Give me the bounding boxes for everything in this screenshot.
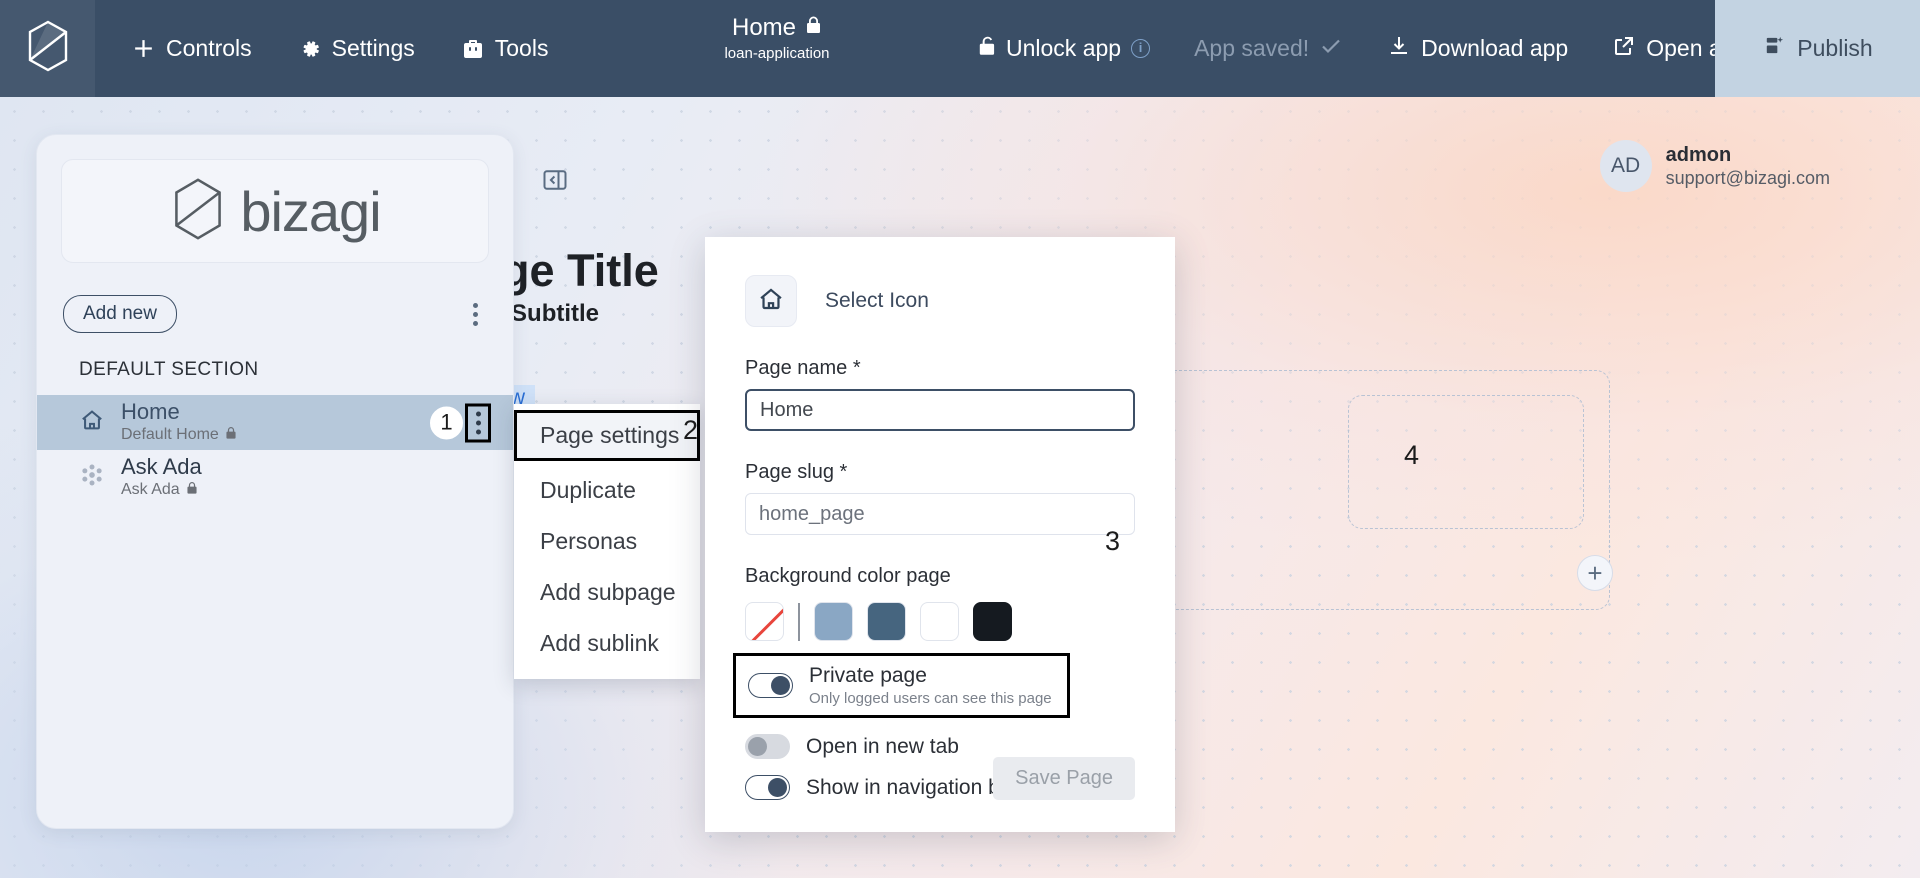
pages-panel: bizagi Add new DEFAULT SECTION Home Defa…: [36, 134, 514, 829]
panel-kebab-menu-icon[interactable]: [464, 297, 487, 332]
check-icon: [1319, 34, 1343, 64]
add-new-button[interactable]: Add new: [63, 295, 177, 333]
add-widget-button[interactable]: +: [1577, 555, 1613, 591]
callout-badge-2: 2: [683, 415, 699, 445]
app-saved-status: App saved!: [1172, 34, 1365, 64]
top-toolbar: Controls Settings Tools Home loan-applic…: [0, 0, 1920, 97]
page-settings-modal: Select Icon Page name * Page slug * Back…: [705, 237, 1175, 832]
plus-icon: [131, 36, 156, 61]
unlock-app-label: Unlock app: [1006, 35, 1122, 61]
private-page-toggle[interactable]: [748, 673, 793, 698]
page-slug-label: Page slug *: [745, 461, 848, 483]
current-page-name: Home: [731, 14, 797, 41]
download-app-label: Download app: [1421, 35, 1569, 61]
select-icon-label[interactable]: Select Icon: [825, 289, 929, 313]
private-page-hint: Only logged users can see this page: [809, 690, 1052, 707]
callout-badge-1: 1: [430, 406, 463, 439]
context-menu-item-page-settings[interactable]: Page settings: [514, 410, 700, 461]
current-page-identity[interactable]: Home loan-application: [677, 14, 877, 62]
info-icon[interactable]: i: [1131, 39, 1151, 58]
open-in-new-tab-toggle[interactable]: [745, 734, 790, 759]
ada-asterisk-icon: [79, 462, 105, 493]
user-account[interactable]: AD admon support@bizagi.com: [1599, 140, 1830, 192]
unlock-app-button[interactable]: Unlock app i: [955, 35, 1172, 63]
page-row-kebab-menu-icon[interactable]: [465, 403, 491, 442]
page-item-title: Home: [121, 399, 180, 425]
page-item-subtitle: Ask Ada: [121, 481, 202, 500]
user-email: support@bizagi.com: [1665, 167, 1830, 188]
app-saved-label: App saved!: [1194, 35, 1310, 61]
context-menu-item-add-subpage[interactable]: Add subpage: [514, 567, 700, 618]
page-item-actions: 1: [430, 403, 491, 442]
primary-nav: Controls Settings Tools: [95, 27, 566, 70]
avatar: AD: [1599, 140, 1652, 192]
page-icon-button[interactable]: [745, 275, 797, 327]
page-item-subtitle: Default Home: [121, 426, 237, 445]
publish-label: Publish: [1797, 35, 1873, 61]
section-label: DEFAULT SECTION: [79, 359, 259, 380]
private-page-label: Private page: [809, 664, 927, 687]
callout-badge-3: 3: [1105, 526, 1121, 556]
download-app-button[interactable]: Download app: [1365, 34, 1590, 64]
user-name: admon: [1665, 143, 1732, 166]
callout-badge-4: 4: [1404, 440, 1420, 470]
bizagi-cube-icon: [26, 20, 70, 77]
background-color-swatches: [745, 602, 1135, 641]
swatch-steel-blue[interactable]: [867, 602, 906, 641]
context-menu-item-add-sublink[interactable]: Add sublink: [514, 618, 700, 669]
icon-picker-row: Select Icon: [745, 275, 1135, 327]
swatch-divider: [798, 602, 800, 641]
toolbox-icon: [461, 37, 485, 61]
context-menu-item-duplicate[interactable]: Duplicate: [514, 465, 700, 516]
page-context-menu: Page settings Duplicate Personas Add sub…: [514, 404, 700, 679]
brand-name: bizagi: [240, 179, 381, 243]
context-menu-item-personas[interactable]: Personas: [514, 516, 700, 567]
nav-tools[interactable]: Tools: [443, 27, 567, 70]
nav-controls[interactable]: Controls: [113, 27, 270, 70]
show-in-navigation-bar-label: Show in navigation bar: [806, 775, 1019, 799]
nav-settings-label: Settings: [331, 35, 415, 61]
panel-toolbar: Add new: [63, 295, 487, 333]
swatch-light-blue[interactable]: [814, 602, 853, 641]
swatch-no-color[interactable]: [745, 602, 784, 641]
nav-settings[interactable]: Settings: [280, 27, 433, 70]
widget-zone-right[interactable]: [1348, 395, 1584, 529]
page-list: Home Default Home 1 Ask Ada Ask Ada: [37, 395, 513, 505]
app-slug: loan-application: [724, 45, 830, 62]
page-list-item-ask-ada[interactable]: Ask Ada Ask Ada: [37, 450, 513, 505]
show-in-navigation-bar-toggle[interactable]: [745, 775, 790, 800]
page-item-title: Ask Ada: [121, 454, 202, 480]
page-list-item-home[interactable]: Home Default Home 1: [37, 395, 513, 450]
lock-icon: [805, 14, 822, 42]
brand-logo-box: bizagi: [61, 159, 489, 263]
nav-tools-label: Tools: [494, 35, 549, 61]
page-name-input[interactable]: [745, 389, 1135, 431]
swatch-white[interactable]: [920, 602, 959, 641]
page-name-label: Page name *: [745, 357, 861, 379]
page-slug-input[interactable]: [745, 493, 1135, 535]
app-logo-button[interactable]: [0, 0, 95, 97]
collapse-panel-icon[interactable]: [541, 166, 569, 194]
top-actions: Unlock app i App saved! Download app Ope…: [955, 0, 1769, 97]
open-in-new-tab-label: Open in new tab: [806, 734, 959, 758]
lock-icon: [186, 481, 198, 500]
private-page-setting: Private page Only logged users can see t…: [733, 653, 1070, 718]
bizagi-cube-icon: [169, 176, 227, 247]
lock-icon: [225, 426, 237, 445]
download-icon: [1387, 34, 1411, 64]
save-page-button[interactable]: Save Page: [993, 757, 1135, 800]
home-icon: [79, 407, 105, 438]
publish-button[interactable]: Publish: [1715, 0, 1920, 97]
external-link-icon: [1612, 34, 1636, 64]
open-new-tab-setting: Open in new tab: [745, 734, 1135, 759]
unlock-icon: [977, 35, 996, 63]
publish-icon: [1762, 34, 1785, 63]
nav-controls-label: Controls: [166, 35, 252, 61]
home-icon: [757, 285, 785, 318]
gear-icon: [298, 37, 322, 61]
swatch-near-black[interactable]: [973, 602, 1012, 641]
background-color-label: Background color page: [745, 565, 951, 587]
